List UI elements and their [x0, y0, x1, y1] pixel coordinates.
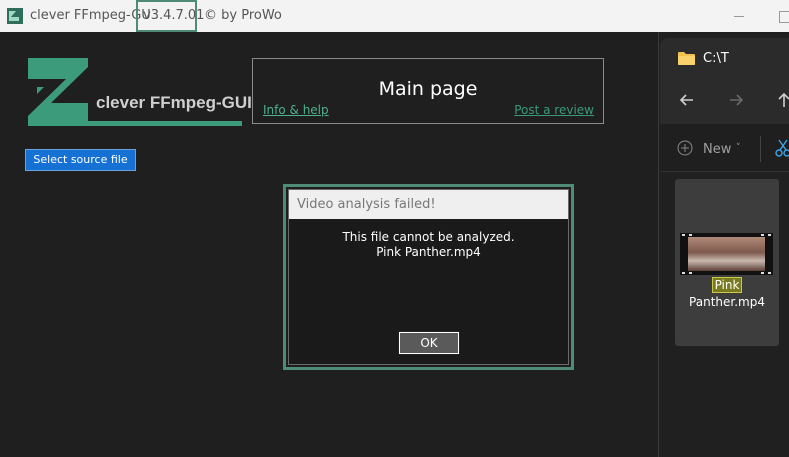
- file-name-rest: Panther.mp4: [689, 295, 765, 309]
- logo-text: clever FFmpeg-GUI: [96, 93, 252, 112]
- film-perforation-icon: [682, 272, 771, 274]
- screen: clever FFmpeg-GU v3.4.7.01 © by ProWo cl…: [0, 0, 789, 457]
- dialog-highlight-frame: Video analysis failed! This file cannot …: [283, 184, 574, 370]
- file-item-pink-panther[interactable]: Pink Panther.mp4: [675, 179, 779, 346]
- scissors-icon[interactable]: [775, 138, 789, 158]
- new-button-label: New: [703, 142, 732, 157]
- error-dialog: Video analysis failed! This file cannot …: [288, 189, 569, 365]
- dialog-file-name: Pink Panther.mp4: [376, 245, 481, 259]
- video-frame: [688, 237, 765, 271]
- logo: clever FFmpeg-GUI: [26, 57, 252, 127]
- chevron-down-icon: ˅: [736, 143, 741, 153]
- folder-icon: [678, 52, 695, 65]
- select-source-file-button[interactable]: Select source file: [25, 149, 136, 171]
- toolbar-divider: [760, 136, 761, 162]
- forward-arrow-icon[interactable]: [726, 90, 746, 110]
- version-label: v3.4.7.01: [136, 0, 204, 32]
- app-icon: [7, 8, 23, 24]
- explorer-nav-bar: [660, 76, 789, 124]
- dialog-message: This file cannot be analyzed. Pink Panth…: [289, 230, 568, 260]
- app-name: clever FFmpeg-GU: [30, 8, 151, 23]
- new-button[interactable]: New ˅: [677, 140, 747, 160]
- folder-path: C:\T: [703, 51, 729, 66]
- title-bar: clever FFmpeg-GU v3.4.7.01 © by ProWo: [0, 0, 789, 32]
- page-title: Main page: [378, 78, 478, 100]
- dialog-message-line: This file cannot be analyzed.: [342, 230, 515, 244]
- plus-circle-icon: [677, 140, 693, 156]
- video-thumbnail: [680, 233, 773, 275]
- logo-mark-icon: [28, 58, 242, 126]
- explorer-toolbar: New ˅: [660, 124, 789, 172]
- byline: © by ProWo: [204, 8, 282, 23]
- post-review-link[interactable]: Post a review: [514, 103, 594, 117]
- dialog-title: Video analysis failed!: [289, 190, 568, 219]
- main-page-panel: Main page Info & help Post a review: [252, 58, 604, 124]
- file-name: Pink Panther.mp4: [675, 277, 779, 311]
- file-explorer-window: C:\T New ˅ Pink Panther.mp4: [658, 32, 789, 457]
- minimize-button[interactable]: [729, 6, 749, 26]
- up-arrow-icon[interactable]: [774, 90, 789, 110]
- info-help-link[interactable]: Info & help: [263, 103, 329, 117]
- maximize-button[interactable]: [774, 6, 789, 26]
- file-name-highlight: Pink: [711, 277, 743, 293]
- ok-button[interactable]: OK: [398, 331, 460, 355]
- back-arrow-icon[interactable]: [677, 90, 697, 110]
- explorer-tab[interactable]: C:\T: [660, 38, 789, 76]
